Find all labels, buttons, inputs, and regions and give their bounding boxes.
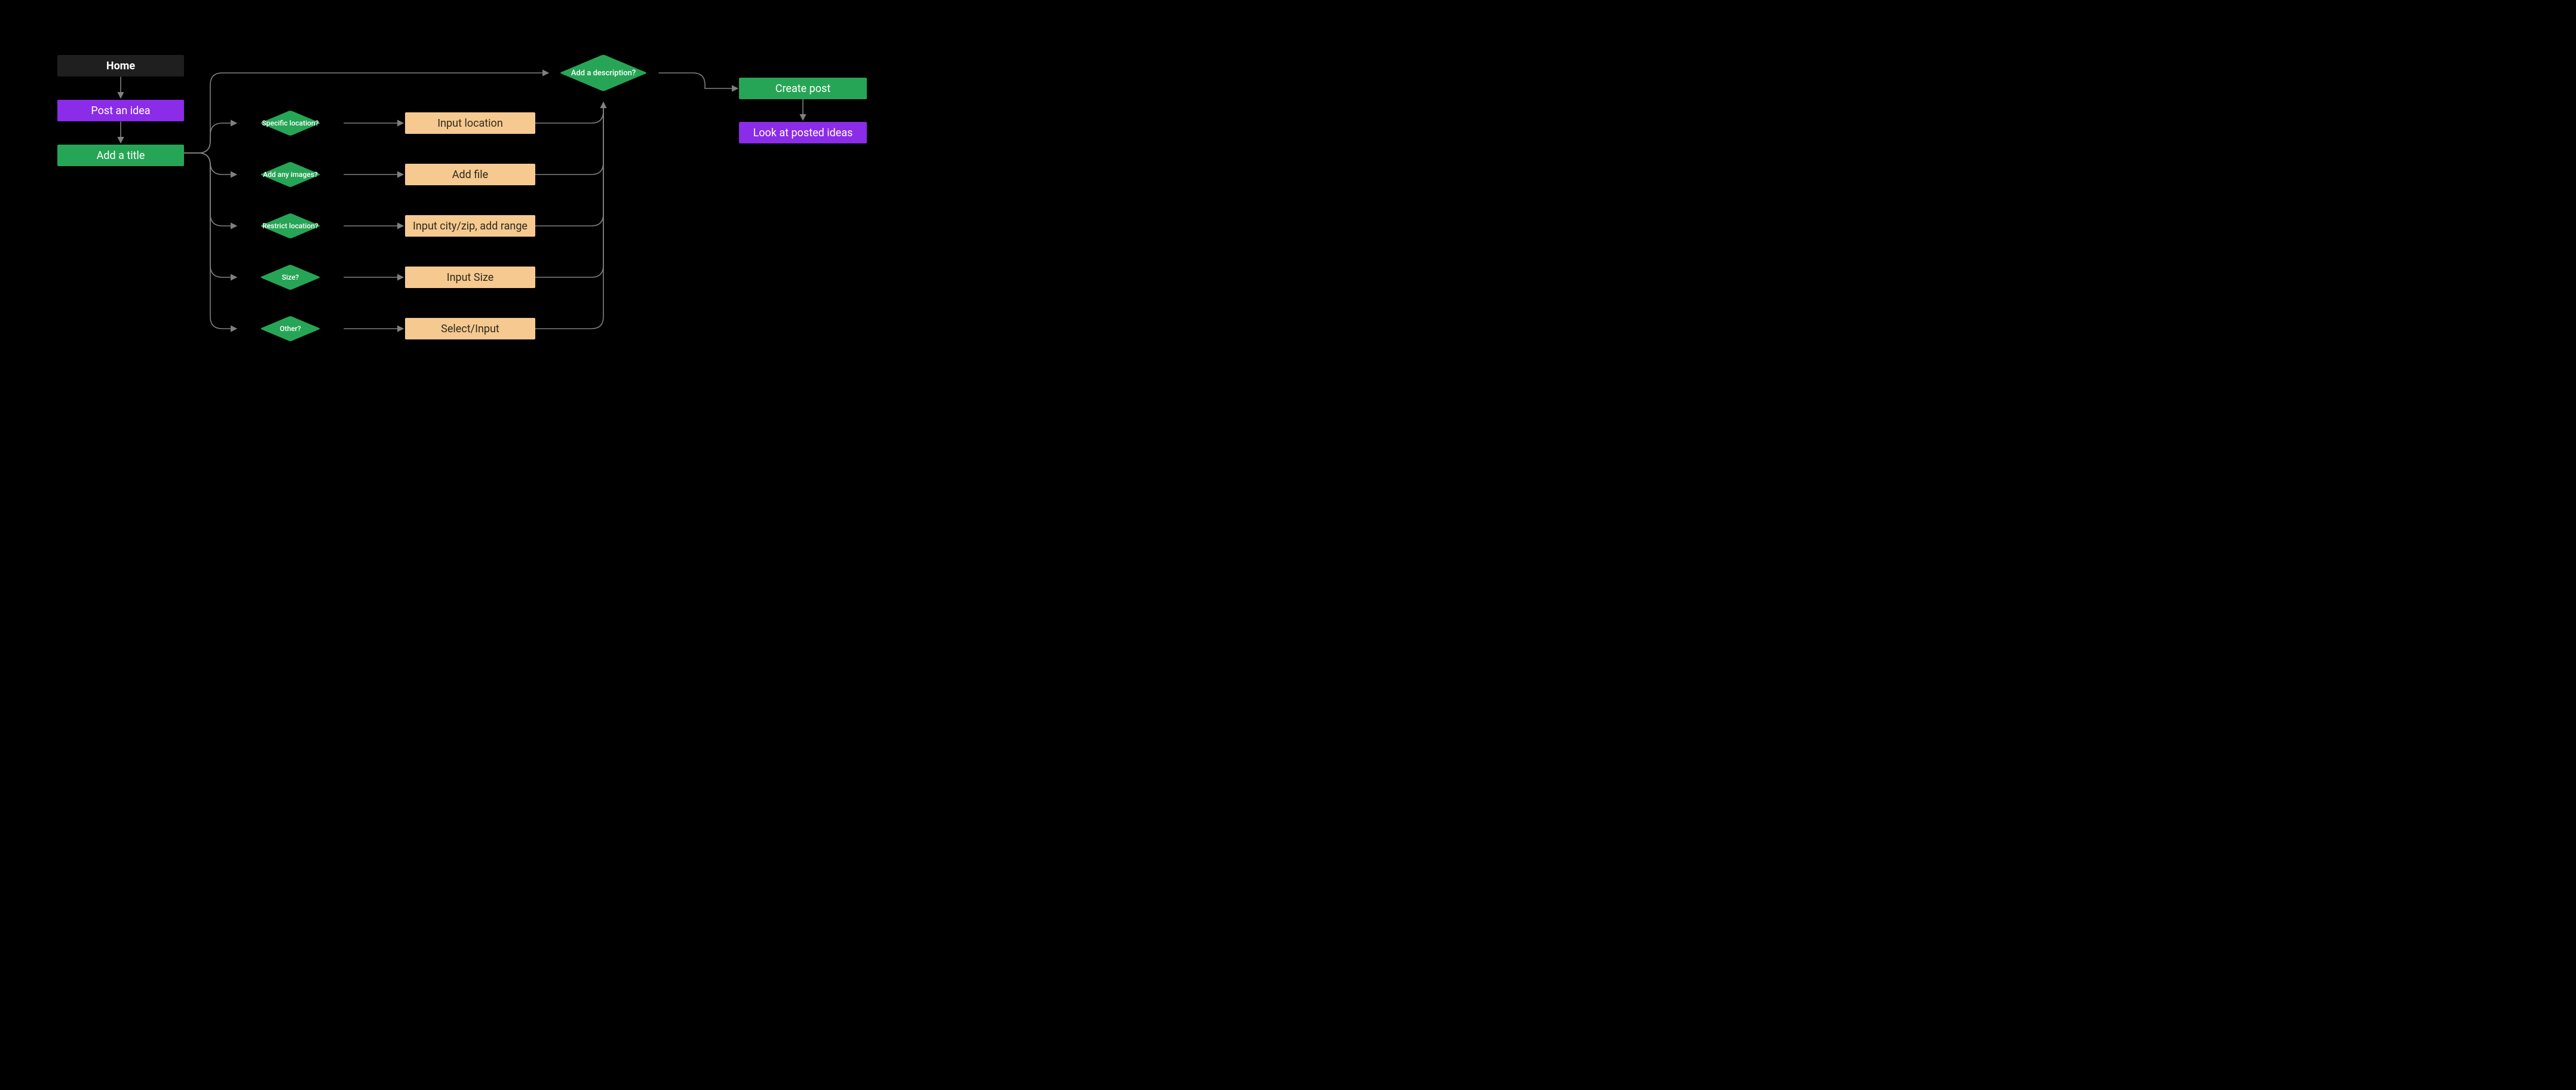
node-input-location-label: Input location [437,117,503,130]
node-select-input-label: Select/Input [441,323,499,335]
node-input-location: Input location [405,112,535,134]
node-add-a-title-label: Add a title [97,149,145,162]
decision-add-a-description-label: Add a description? [541,42,666,104]
node-create-post-label: Create post [775,82,830,95]
node-input-city-zip-label: Input city/zip, add range [413,220,528,232]
node-select-input: Select/Input [405,318,535,339]
node-create-post: Create post [739,78,867,99]
node-input-size-label: Input Size [447,271,494,284]
node-look-at-posted-ideas: Look at posted ideas [739,122,867,143]
node-input-city-zip: Input city/zip, add range [405,215,535,237]
decision-other: Other? [238,307,342,350]
decision-restrict-location-label: Restrict location? [238,204,342,247]
node-post-an-idea-label: Post an idea [91,105,150,117]
flowchart-canvas: Home Post an idea Add a title Specific l… [0,0,930,393]
node-post-an-idea: Post an idea [57,100,184,121]
node-look-at-posted-ideas-label: Look at posted ideas [753,127,853,139]
decision-add-a-description: Add a description? [541,42,666,104]
node-home: Home [57,55,184,76]
node-add-file-label: Add file [452,169,488,181]
node-home-label: Home [106,60,135,72]
decision-size-label: Size? [238,256,342,299]
node-add-file: Add file [405,164,535,185]
decision-add-any-images-label: Add any images? [238,153,342,196]
decision-other-label: Other? [238,307,342,350]
decision-add-any-images: Add any images? [238,153,342,196]
decision-specific-location: Specific location? [238,102,342,145]
node-input-size: Input Size [405,267,535,288]
decision-size: Size? [238,256,342,299]
decision-restrict-location: Restrict location? [238,204,342,247]
decision-specific-location-label: Specific location? [238,102,342,145]
node-add-a-title: Add a title [57,145,184,166]
